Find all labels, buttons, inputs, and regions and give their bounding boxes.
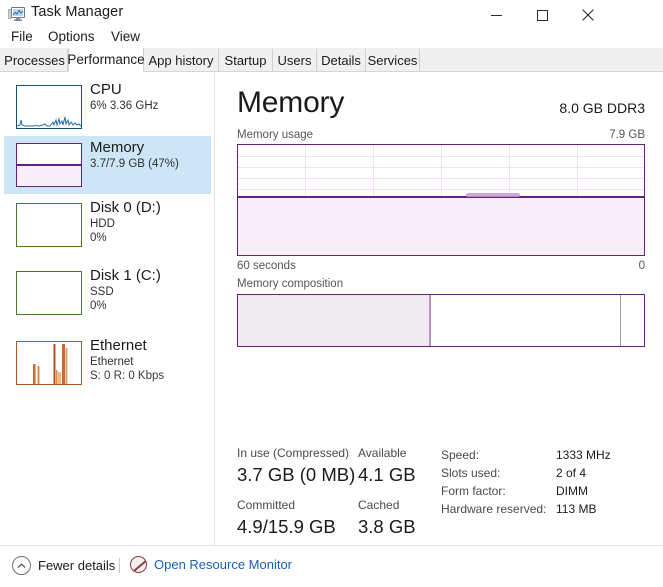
- disk0-thumbnail-graph: [16, 203, 82, 247]
- performance-sidebar: CPU 6% 3.36 GHz Memory 3.7/7.9 GB (47%): [0, 72, 214, 545]
- graph-axis-left-label: 60 seconds: [237, 260, 296, 272]
- sidebar-item-cpu[interactable]: CPU 6% 3.36 GHz: [4, 78, 211, 136]
- tab-details[interactable]: Details: [317, 49, 366, 71]
- memory-usage-graph: [237, 144, 645, 256]
- minimize-icon: [490, 15, 502, 16]
- ethernet-thumbnail-graph: [16, 341, 82, 385]
- memory-composition-bar[interactable]: [237, 294, 645, 347]
- sidebar-item-disk1-name: Disk 1 (C:): [90, 267, 161, 284]
- menu-item-view[interactable]: View: [108, 28, 143, 45]
- tab-processes[interactable]: Processes: [2, 49, 68, 71]
- footer-separator: [119, 558, 120, 573]
- composition-segment-in-use: [238, 295, 429, 346]
- task-manager-window: Task Manager File Options View Processes…: [0, 0, 663, 587]
- sidebar-item-disk0-line1: HDD: [90, 218, 115, 230]
- sidebar-item-memory-text: Memory 3.7/7.9 GB (47%): [90, 138, 209, 171]
- hardware-summary: 8.0 GB DDR3: [559, 100, 645, 116]
- info-label-hardware-reserved: Hardware reserved:: [441, 502, 547, 516]
- chevron-up-icon: [12, 556, 31, 575]
- sidebar-item-ethernet-text: Ethernet Ethernet S: 0 R: 0 Kbps: [90, 336, 209, 383]
- stat-value-available: 4.1 GB: [358, 464, 416, 485]
- sidebar-item-disk1-line1: SSD: [90, 286, 114, 298]
- composition-segment-free: [621, 295, 644, 346]
- sidebar-item-disk0-name: Disk 0 (D:): [90, 199, 161, 216]
- memory-usage-spike: [466, 193, 520, 197]
- memory-composition-label: Memory composition: [237, 278, 344, 290]
- resource-monitor-icon: [130, 556, 147, 573]
- info-value-form-factor: DIMM: [556, 484, 588, 498]
- stat-value-cached: 3.8 GB: [358, 516, 416, 537]
- sidebar-item-cpu-line1: 6% 3.36 GHz: [90, 100, 159, 112]
- info-value-hardware-reserved: 113 MB: [556, 502, 597, 516]
- sidebar-item-disk1[interactable]: Disk 1 (C:) SSD 0%: [4, 264, 211, 322]
- maximize-icon: [536, 9, 548, 21]
- tab-startup[interactable]: Startup: [219, 49, 273, 71]
- disk1-thumbnail-graph: [16, 271, 82, 315]
- memory-usage-line: [238, 196, 644, 198]
- stat-value-in-use: 3.7 GB (0 MB): [237, 464, 356, 485]
- info-value-speed: 1333 MHz: [556, 448, 611, 462]
- stat-label-available: Available: [358, 446, 407, 460]
- sidebar-item-ethernet-line2: S: 0 R: 0 Kbps: [90, 370, 165, 382]
- menu-item-file[interactable]: File: [8, 28, 36, 45]
- sidebar-item-cpu-name: CPU: [90, 81, 122, 98]
- open-resource-monitor-link[interactable]: Open Resource Monitor: [130, 556, 292, 573]
- composition-segment-standby: [432, 295, 620, 346]
- fewer-details-button[interactable]: Fewer details: [12, 556, 115, 575]
- sidebar-item-disk0[interactable]: Disk 0 (D:) HDD 0%: [4, 196, 211, 254]
- tab-services[interactable]: Services: [366, 49, 420, 71]
- sidebar-item-disk1-line2: 0%: [90, 300, 107, 312]
- sidebar-item-ethernet-line1: Ethernet: [90, 356, 134, 368]
- open-resource-monitor-label: Open Resource Monitor: [154, 557, 293, 572]
- memory-usage-max-label: 7.9 GB: [609, 129, 645, 141]
- composition-divider-modified: [429, 295, 431, 346]
- menu-bar: File Options View: [0, 26, 663, 48]
- sidebar-item-cpu-text: CPU 6% 3.36 GHz: [90, 80, 209, 113]
- stat-label-in-use: In use (Compressed): [237, 446, 350, 460]
- sidebar-item-disk0-text: Disk 0 (D:) HDD 0%: [90, 198, 209, 245]
- tab-strip: Processes Performance App history Startu…: [0, 48, 663, 72]
- info-label-slots-used: Slots used:: [441, 466, 501, 480]
- tab-performance[interactable]: Performance: [67, 48, 145, 72]
- memory-thumbnail-graph: [16, 143, 82, 187]
- tab-users[interactable]: Users: [273, 49, 317, 71]
- info-value-slots-used: 2 of 4: [556, 466, 587, 480]
- info-label-speed: Speed:: [441, 448, 480, 462]
- stat-label-cached: Cached: [358, 498, 400, 512]
- info-label-form-factor: Form factor:: [441, 484, 506, 498]
- footer-bar: Fewer details Open Resource Monitor: [0, 545, 663, 587]
- tab-app-history[interactable]: App history: [144, 49, 219, 71]
- memory-usage-fill: [238, 198, 644, 255]
- stat-label-committed: Committed: [237, 498, 296, 512]
- sidebar-item-memory-line1: 3.7/7.9 GB (47%): [90, 158, 179, 170]
- content-area: CPU 6% 3.36 GHz Memory 3.7/7.9 GB (47%): [0, 72, 663, 587]
- stat-value-committed: 4.9/15.9 GB: [237, 516, 336, 537]
- sidebar-item-memory[interactable]: Memory 3.7/7.9 GB (47%): [4, 136, 211, 194]
- sidebar-item-ethernet-name: Ethernet: [90, 337, 147, 354]
- task-manager-icon: [8, 6, 26, 23]
- memory-detail-panel: Memory 8.0 GB DDR3 Memory usage 7.9 GB 6…: [215, 72, 663, 587]
- sidebar-item-disk1-text: Disk 1 (C:) SSD 0%: [90, 266, 209, 313]
- sidebar-item-disk0-line2: 0%: [90, 232, 107, 244]
- cpu-thumbnail-graph: [16, 85, 82, 129]
- close-icon: [582, 9, 594, 21]
- window-title: Task Manager: [31, 4, 124, 20]
- graph-axis-right-label: 0: [638, 260, 645, 272]
- menu-item-options[interactable]: Options: [45, 28, 98, 45]
- fewer-details-label: Fewer details: [38, 558, 116, 573]
- memory-usage-label: Memory usage: [237, 129, 314, 141]
- sidebar-item-memory-name: Memory: [90, 139, 145, 156]
- page-title: Memory: [237, 86, 345, 119]
- sidebar-item-ethernet[interactable]: Ethernet Ethernet S: 0 R: 0 Kbps: [4, 334, 211, 392]
